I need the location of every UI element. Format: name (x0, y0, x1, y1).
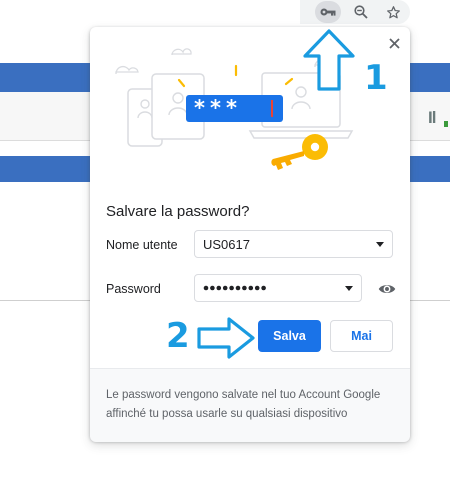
password-masked-value (203, 285, 266, 291)
annotation-arrow-up-icon (303, 29, 355, 91)
save-button[interactable]: Salva (258, 320, 321, 352)
password-dot (242, 285, 247, 291)
username-value: US0617 (203, 237, 250, 252)
password-badge: *** (186, 95, 283, 122)
text-cursor (271, 100, 273, 117)
password-dot (254, 285, 260, 291)
password-label: Password (106, 282, 161, 296)
annotation-arrow-right-icon (197, 317, 255, 359)
password-dot (261, 285, 266, 291)
password-dot (210, 285, 215, 291)
key-icon[interactable] (315, 1, 341, 23)
dialog-footer: Le password vengono salvate nel tuo Acco… (90, 368, 410, 442)
password-dot (235, 285, 241, 291)
footer-text: Le password vengono salvate nel tuo Acco… (106, 389, 381, 420)
password-badge-text: *** (194, 96, 242, 120)
page-side-marker (444, 121, 448, 127)
password-dot (248, 285, 254, 291)
chevron-down-icon (345, 286, 353, 291)
dialog-title: Salvare la password? (106, 203, 250, 220)
password-select[interactable] (194, 274, 362, 302)
annotation-step-2: 2 (166, 316, 190, 356)
close-icon[interactable] (384, 33, 404, 53)
password-dot (229, 285, 234, 291)
page-side-text: Il (428, 108, 437, 127)
star-icon[interactable] (380, 1, 406, 23)
save-password-dialog: *** Salvare la password? Nome utente US0… (90, 27, 410, 442)
chevron-down-icon (376, 242, 384, 247)
password-dot (203, 285, 209, 291)
zoom-out-icon[interactable] (348, 1, 374, 23)
password-dot (222, 285, 228, 291)
never-button[interactable]: Mai (330, 320, 393, 352)
username-select[interactable]: US0617 (194, 230, 393, 258)
username-label: Nome utente (106, 238, 178, 252)
eye-icon[interactable] (378, 282, 396, 296)
annotation-step-1: 1 (364, 58, 388, 98)
browser-toolbar (0, 0, 450, 26)
password-dot (216, 285, 222, 291)
